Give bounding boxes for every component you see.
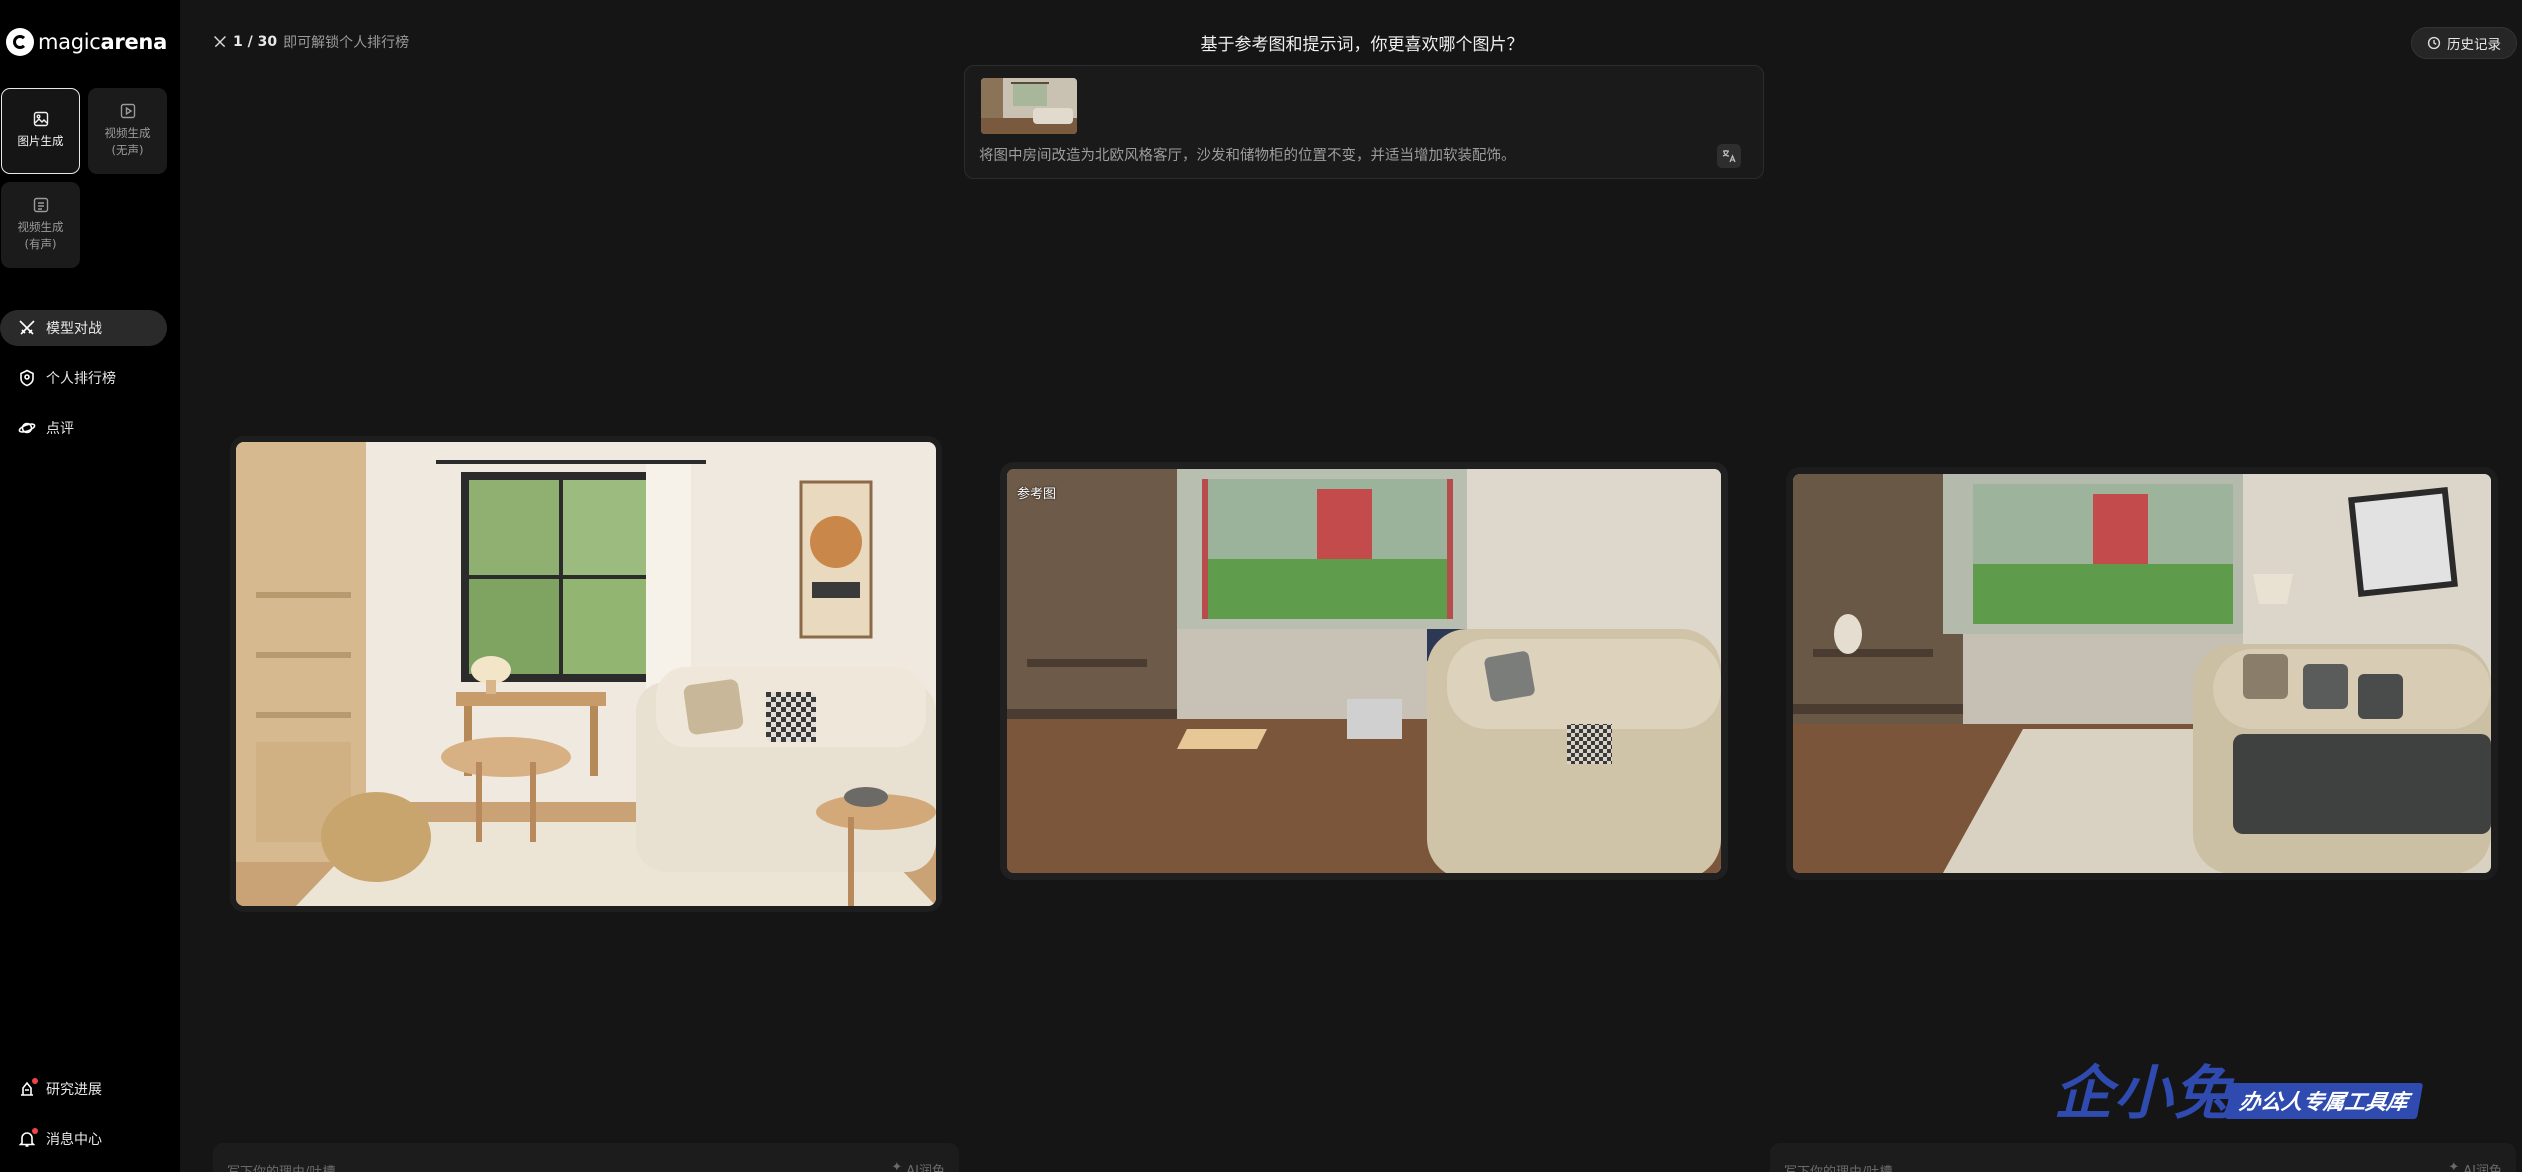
translate-icon [1722,150,1736,163]
video-icon [120,103,135,118]
image-b-illustration [1793,474,2491,873]
page-question: 基于参考图和提示词，你更喜欢哪个图片？ [1200,35,1524,55]
reason-placeholder: 写下你的理由/吐槽 [227,1161,335,1172]
reference-illustration [1007,469,1721,873]
planet-icon [18,422,36,434]
history-button[interactable]: 历史记录 [2411,27,2517,59]
nav-label: 研究进展 [46,1082,102,1098]
mode-label: 图片生成 [17,134,64,149]
sidebar: magicarena 图片生成 视频生成 (无声) 视频生成 (有声) 模型对战… [0,0,180,1172]
mode-label: 视频生成 (无声) [104,125,151,157]
image-icon [33,112,48,127]
ai-polish-label: AI润色 [2463,1164,2502,1172]
progress-count: 1 / 30 [233,34,278,50]
sparkle-icon: ✦ [891,1160,903,1172]
crossed-swords-icon [19,320,35,335]
clock-icon [2427,36,2441,50]
nav-label: 消息中心 [46,1132,102,1148]
mode-video-silent[interactable]: 视频生成 (无声) [88,88,167,174]
sparkle-icon: ✦ [2448,1160,2460,1172]
reason-input-right[interactable]: 写下你的理由/吐槽 ✦AI润色 [1770,1143,2516,1172]
reference-thumbnail[interactable] [981,78,1077,134]
notification-dot [32,1078,38,1084]
reason-input-left[interactable]: 写下你的理由/吐槽 ✦AI润色 [213,1143,959,1172]
candidate-image-b[interactable] [1786,467,2498,880]
video-sound-icon [33,197,48,212]
nav-review[interactable]: 点评 [0,410,167,446]
ai-polish-label: AI润色 [906,1164,945,1172]
reason-placeholder: 写下你的理由/吐槽 [1784,1161,1892,1172]
image-a-illustration [236,442,936,906]
reference-tag: 参考图 [1017,487,1057,502]
ai-polish-button[interactable]: ✦ AI润色 [891,1160,945,1172]
logo-mark-icon [6,28,34,56]
prompt-text: 将图中房间改造为北欧风格客厅，沙发和储物柜的位置不变，并适当增加软装配饰。 [979,148,1516,164]
nav-label: 模型对战 [46,321,102,337]
logo-text: magicarena [38,30,167,54]
ai-polish-button[interactable]: ✦ AI润色 [2448,1160,2502,1172]
nav-personal-ranking[interactable]: 个人排行榜 [0,360,167,396]
progress-indicator: 1 / 30 即可解锁个人排行榜 [213,32,409,52]
prompt-card: 将图中房间改造为北欧风格客厅，沙发和储物柜的位置不变，并适当增加软装配饰。 [964,65,1764,179]
reference-image[interactable]: 参考图 [1000,462,1728,880]
badge-icon [20,369,34,387]
candidate-image-a[interactable] [230,436,942,912]
watermark-sub: 办公人专属工具库 [2224,1083,2424,1119]
watermark-main: 企小兔 [2054,1059,2235,1127]
nav-model-battle[interactable]: 模型对战 [0,310,167,346]
mode-image-generation[interactable]: 图片生成 [1,88,80,174]
nav-research-progress[interactable]: 研究进展 [0,1071,167,1107]
history-label: 历史记录 [2447,37,2501,53]
nav-label: 个人排行榜 [46,371,116,387]
watermark: 企小兔 办公人专属工具库 [2054,1046,2424,1130]
crossed-swords-icon [214,36,226,48]
app-logo[interactable]: magicarena [6,28,167,56]
notification-dot [32,1128,38,1134]
nav-label: 点评 [46,421,74,437]
nav-message-center[interactable]: 消息中心 [0,1121,167,1157]
translate-button[interactable] [1717,144,1741,168]
mode-label: 视频生成 (有声) [17,219,64,251]
mode-video-sound[interactable]: 视频生成 (有声) [1,182,80,268]
progress-hint: 即可解锁个人排行榜 [283,35,410,51]
